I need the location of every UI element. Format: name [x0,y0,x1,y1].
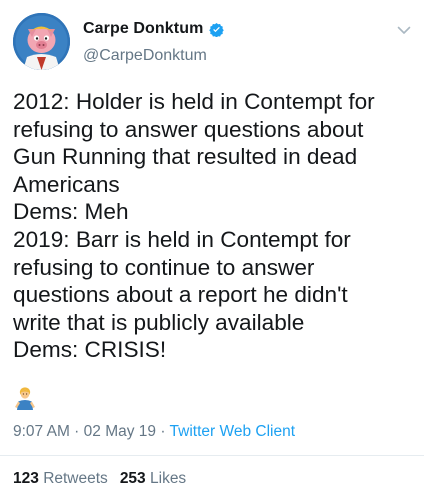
likes-label: Likes [150,470,187,487]
retweets-stat[interactable]: 123 Retweets [13,470,108,487]
tweet-card: Carpe Donktum @CarpeDonktum 2012: Holder… [0,0,424,500]
meta-separator: · [69,423,84,440]
tweet-stats: 123 Retweets 253 Likes [13,470,186,488]
author-name-row: Carpe Donktum [83,20,225,38]
avatar-cartoon-pig-image [13,13,70,70]
tweet-line: Dems: CRISIS! [13,337,167,363]
tweet-line: Gun Running that resulted in dead [13,144,358,170]
tweet-line: 2019: Barr is held in Contempt for [13,226,351,252]
chevron-down-icon[interactable] [396,22,412,38]
tweet-time[interactable]: 9:07 AM [13,423,70,440]
meta-separator: · [156,423,170,440]
tweet-line: refusing to answer questions about [13,116,364,142]
author-handle[interactable]: @CarpeDonktum [83,47,207,65]
verified-badge-icon [209,22,225,37]
tweet-line: questions about a report he didn't [13,282,348,308]
author-display-name[interactable]: Carpe Donktum [83,20,203,38]
tweet-date[interactable]: 02 May 19 [84,423,156,440]
tweet-meta: 9:07 AM · 02 May 19 · Twitter Web Client [13,423,295,441]
tweet-line: refusing to continue to answer [13,254,315,280]
tweet-line: Americans [13,171,120,197]
retweets-label: Retweets [43,470,108,487]
tweet-line: Dems: Meh [13,199,129,225]
likes-count: 253 [119,470,146,487]
tweet-line: 2012: Holder is held in Contempt for [13,89,375,114]
retweets-count: 123 [13,470,39,487]
avatar[interactable] [13,13,70,70]
tweet-client-link[interactable]: Twitter Web Client [170,423,295,440]
divider [0,455,424,456]
man-gesturing-emoji-icon [15,387,35,410]
tweet-line: write that is publicly available [13,309,305,335]
tweet-text: 2012: Holder is held in Contempt for ref… [13,88,413,364]
likes-stat[interactable]: 253 Likes [120,470,186,487]
